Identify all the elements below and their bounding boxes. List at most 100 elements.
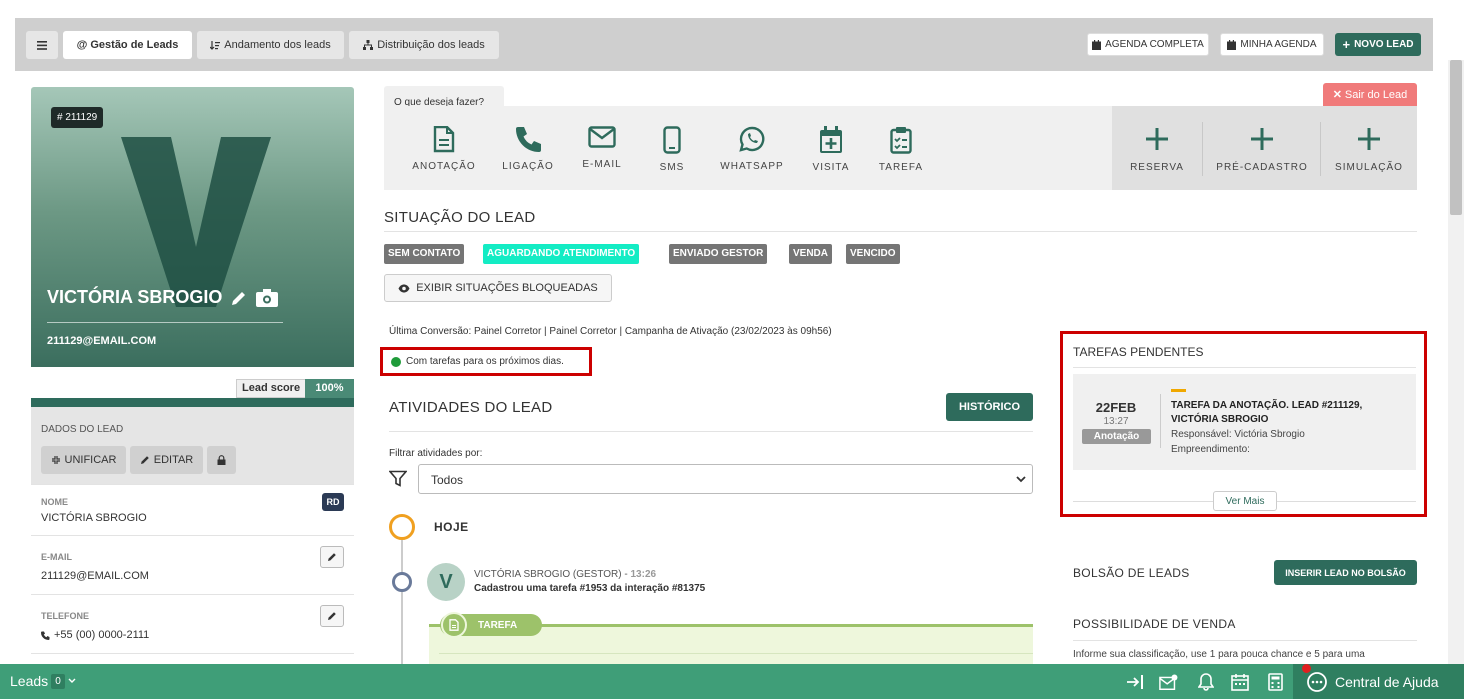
action-bar: ANOTAÇÃO LIGAÇÃO E-MAIL SMS WHATSAPP VIS… (384, 106, 1112, 190)
lead-name: VICTÓRIA SBROGIO (47, 287, 223, 307)
edit-telefone-button[interactable] (320, 605, 344, 627)
plus-icon (1146, 128, 1168, 150)
lead-score-label: Lead score (236, 379, 307, 398)
tab-label: Distribuição dos leads (377, 39, 485, 51)
notifications-button[interactable] (1196, 672, 1216, 692)
mail-notifications-button[interactable] (1159, 672, 1179, 692)
ultima-conversao-text: Última Conversão: Painel Corretor | Pain… (389, 326, 832, 337)
page-scrollbar[interactable] (1448, 60, 1464, 664)
file-text-icon (433, 126, 455, 153)
field-email: E-MAIL 211129@EMAIL.COM (31, 535, 354, 594)
tab-andamento-dos-leads[interactable]: Andamento dos leads (197, 31, 344, 59)
whatsapp-icon (739, 126, 765, 152)
action-label: SMS (659, 162, 685, 173)
action-label: VISITA (812, 162, 850, 173)
filtro-atividades-select[interactable]: Todos (418, 464, 1033, 494)
field-value: 211129@EMAIL.COM (41, 570, 149, 582)
edit-email-button[interactable] (320, 546, 344, 568)
minha-agenda-button[interactable]: MINHA AGENDA (1220, 33, 1324, 56)
activity-author: VICTÓRIA SBROGIO (GESTOR) - 13:26 (474, 569, 656, 580)
field-label: TELEFONE (41, 611, 90, 621)
lead-id-badge: # 211129 (51, 107, 104, 128)
calendar-button[interactable] (1230, 672, 1250, 692)
field-divider (31, 653, 354, 654)
editar-label: EDITAR (153, 454, 194, 466)
action-visita[interactable]: VISITA (791, 126, 871, 173)
action-email[interactable]: E-MAIL (562, 126, 642, 170)
activity-time: 13:26 (630, 569, 657, 580)
activity-description: Cadastrou uma tarefa #1953 da interação … (474, 583, 706, 594)
bell-icon (1198, 673, 1214, 691)
pencil-icon[interactable] (230, 289, 248, 307)
phone-icon (41, 631, 50, 640)
tab-distribuicao-dos-leads[interactable]: Distribuição dos leads (349, 31, 499, 59)
tab-label: @ Gestão de Leads (76, 39, 179, 51)
sair-do-lead-button[interactable]: ✕ Sair do Lead (1323, 83, 1417, 106)
hoje-label: HOJE (434, 520, 469, 534)
timeline-dot (392, 572, 412, 592)
action-tarefa[interactable]: TAREFA (861, 126, 941, 173)
calculator-button[interactable] (1265, 672, 1285, 692)
plus-icon (1358, 128, 1380, 150)
calendar-icon (1231, 674, 1249, 691)
compress-icon (51, 456, 60, 464)
central-de-ajuda-button[interactable]: Central de Ajuda (1293, 664, 1464, 699)
action-sms[interactable]: SMS (632, 126, 712, 173)
task-date: 22FEB (1095, 400, 1137, 415)
card-divider (1160, 394, 1161, 448)
tarefas-pendentes-panel: TAREFAS PENDENTES 22FEB 13:27 Anotação T… (1060, 331, 1427, 517)
status-venda[interactable]: VENDA (789, 244, 833, 264)
leads-tray-label[interactable]: Leads (10, 673, 48, 689)
status-sem-contato[interactable]: SEM CONTATO (384, 244, 465, 264)
action-ligacao[interactable]: LIGAÇÃO (488, 126, 568, 172)
phone-icon (515, 127, 541, 152)
eye-icon (398, 284, 410, 292)
exibir-bloqueadas-button[interactable]: EXIBIR SITUAÇÕES BLOQUEADAS (384, 274, 612, 302)
status-enviado-gestor[interactable]: ENVIADO GESTOR (669, 244, 768, 264)
action-anotacao[interactable]: ANOTAÇÃO (404, 126, 484, 172)
lead-profile-card: # 211129 VICTÓRIA SBROGIO 211129@EMAIL.C… (31, 87, 354, 367)
editar-button[interactable]: EDITAR (130, 446, 203, 474)
action-pre-cadastro[interactable]: PRÉ-CADASTRO (1216, 126, 1307, 173)
chevron-down-icon[interactable] (68, 677, 76, 685)
inserir-bolsao-button[interactable]: INSERIR LEAD NO BOLSÃO (1274, 560, 1417, 585)
camera-icon[interactable] (256, 288, 279, 307)
menu-button[interactable] (26, 31, 58, 59)
action-reserva[interactable]: RESERVA (1117, 126, 1197, 173)
calculator-icon (1267, 673, 1283, 691)
section-divider (389, 431, 1033, 432)
ajuda-label: Central de Ajuda (1335, 673, 1439, 690)
dados-title: DADOS DO LEAD (41, 424, 124, 435)
action-label: LIGAÇÃO (502, 161, 554, 172)
scroll-thumb[interactable] (1450, 60, 1462, 215)
unificar-button[interactable]: UNIFICAR (41, 446, 126, 474)
top-strip (0, 0, 1464, 18)
tab-gestao-de-leads[interactable]: @ Gestão de Leads (63, 31, 192, 59)
possibilidade-desc: Informe sua classificação, use 1 para po… (1073, 649, 1365, 660)
action-prompt: O que deseja fazer? (384, 86, 504, 108)
action-simulacao[interactable]: SIMULAÇÃO (1329, 126, 1409, 173)
historico-button[interactable]: HISTÓRICO (946, 393, 1033, 421)
situacao-title: SITUAÇÃO DO LEAD (384, 209, 536, 226)
status-aguardando-atendimento[interactable]: AGUARDANDO ATENDIMENTO (483, 244, 640, 264)
agenda-completa-button[interactable]: AGENDA COMPLETA (1087, 33, 1209, 56)
agenda-completa-label: AGENDA COMPLETA (1105, 39, 1204, 50)
calendar-icon (1227, 39, 1237, 50)
sign-in-button[interactable] (1125, 672, 1145, 692)
filter-icon (389, 470, 407, 487)
action-whatsapp[interactable]: WHATSAPP (712, 126, 792, 172)
separator (1320, 122, 1321, 176)
leads-count-badge: 0 (51, 674, 65, 689)
lock-button[interactable] (207, 446, 236, 474)
pending-task-card[interactable]: 22FEB 13:27 Anotação TAREFA DA ANOTAÇÃO.… (1073, 374, 1416, 470)
field-label: E-MAIL (41, 552, 72, 562)
section-divider (1073, 367, 1416, 368)
bolsao-title: BOLSÃO DE LEADS (1073, 566, 1190, 580)
ver-mais-button[interactable]: Ver Mais (1213, 491, 1277, 511)
dados-do-lead-header: DADOS DO LEAD UNIFICAR EDITAR (31, 407, 354, 484)
novo-lead-button[interactable]: + NOVO LEAD (1335, 33, 1421, 56)
notification-dot (1302, 664, 1311, 673)
field-telefone: TELEFONE +55 (00) 0000-2111 (31, 594, 354, 664)
status-vencido[interactable]: VENCIDO (846, 244, 900, 264)
hoje-marker (389, 514, 415, 540)
